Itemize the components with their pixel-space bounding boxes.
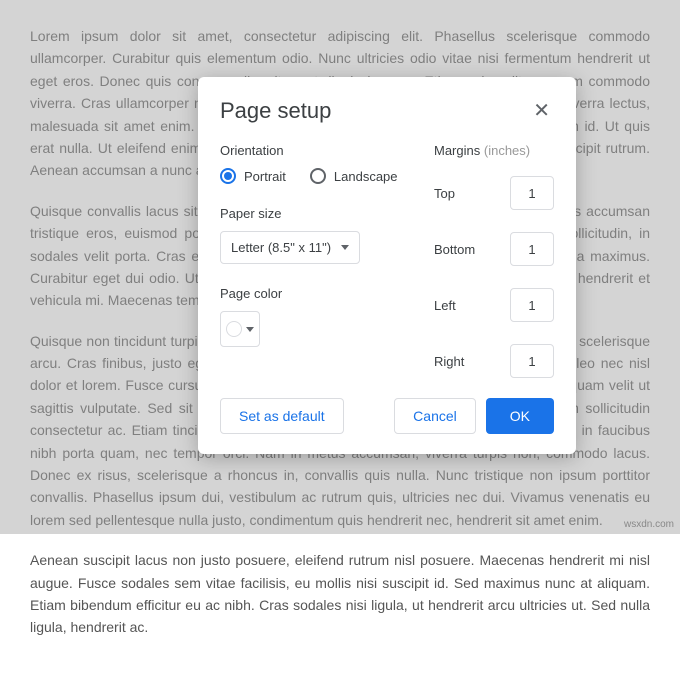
radio-icon — [310, 168, 326, 184]
radio-icon — [220, 168, 236, 184]
margin-right-input[interactable] — [510, 344, 554, 378]
orientation-label: Orientation — [220, 143, 404, 158]
orientation-landscape-radio[interactable]: Landscape — [310, 168, 398, 184]
margin-bottom-label: Bottom — [434, 242, 475, 257]
margin-top-input[interactable] — [510, 176, 554, 210]
margin-left-label: Left — [434, 298, 456, 313]
paragraph: Aenean suscipit lacus non justo posuere,… — [30, 549, 650, 639]
ok-button[interactable]: OK — [486, 398, 554, 434]
margins-unit: (inches) — [484, 143, 530, 158]
margin-top-label: Top — [434, 186, 455, 201]
page-color-label: Page color — [220, 286, 404, 301]
margin-left-input[interactable] — [510, 288, 554, 322]
orientation-portrait-radio[interactable]: Portrait — [220, 168, 286, 184]
chevron-down-icon — [341, 245, 349, 250]
paper-size-select[interactable]: Letter (8.5" x 11") — [220, 231, 360, 264]
set-as-default-button[interactable]: Set as default — [220, 398, 344, 434]
radio-label: Portrait — [244, 169, 286, 184]
page-color-select[interactable] — [220, 311, 260, 347]
close-icon[interactable]: ✕ — [529, 97, 554, 125]
cancel-button[interactable]: Cancel — [394, 398, 476, 434]
dialog-title: Page setup — [220, 98, 331, 124]
page-setup-dialog: Page setup ✕ Orientation Portrait Landsc… — [198, 77, 576, 454]
radio-label: Landscape — [334, 169, 398, 184]
color-swatch — [226, 321, 242, 337]
paper-size-value: Letter (8.5" x 11") — [231, 240, 331, 255]
margin-right-label: Right — [434, 354, 464, 369]
margin-bottom-input[interactable] — [510, 232, 554, 266]
chevron-down-icon — [246, 327, 254, 332]
margins-label: Margins (inches) — [434, 143, 554, 158]
paper-size-label: Paper size — [220, 206, 404, 221]
watermark: wsxdn.com — [624, 519, 674, 530]
